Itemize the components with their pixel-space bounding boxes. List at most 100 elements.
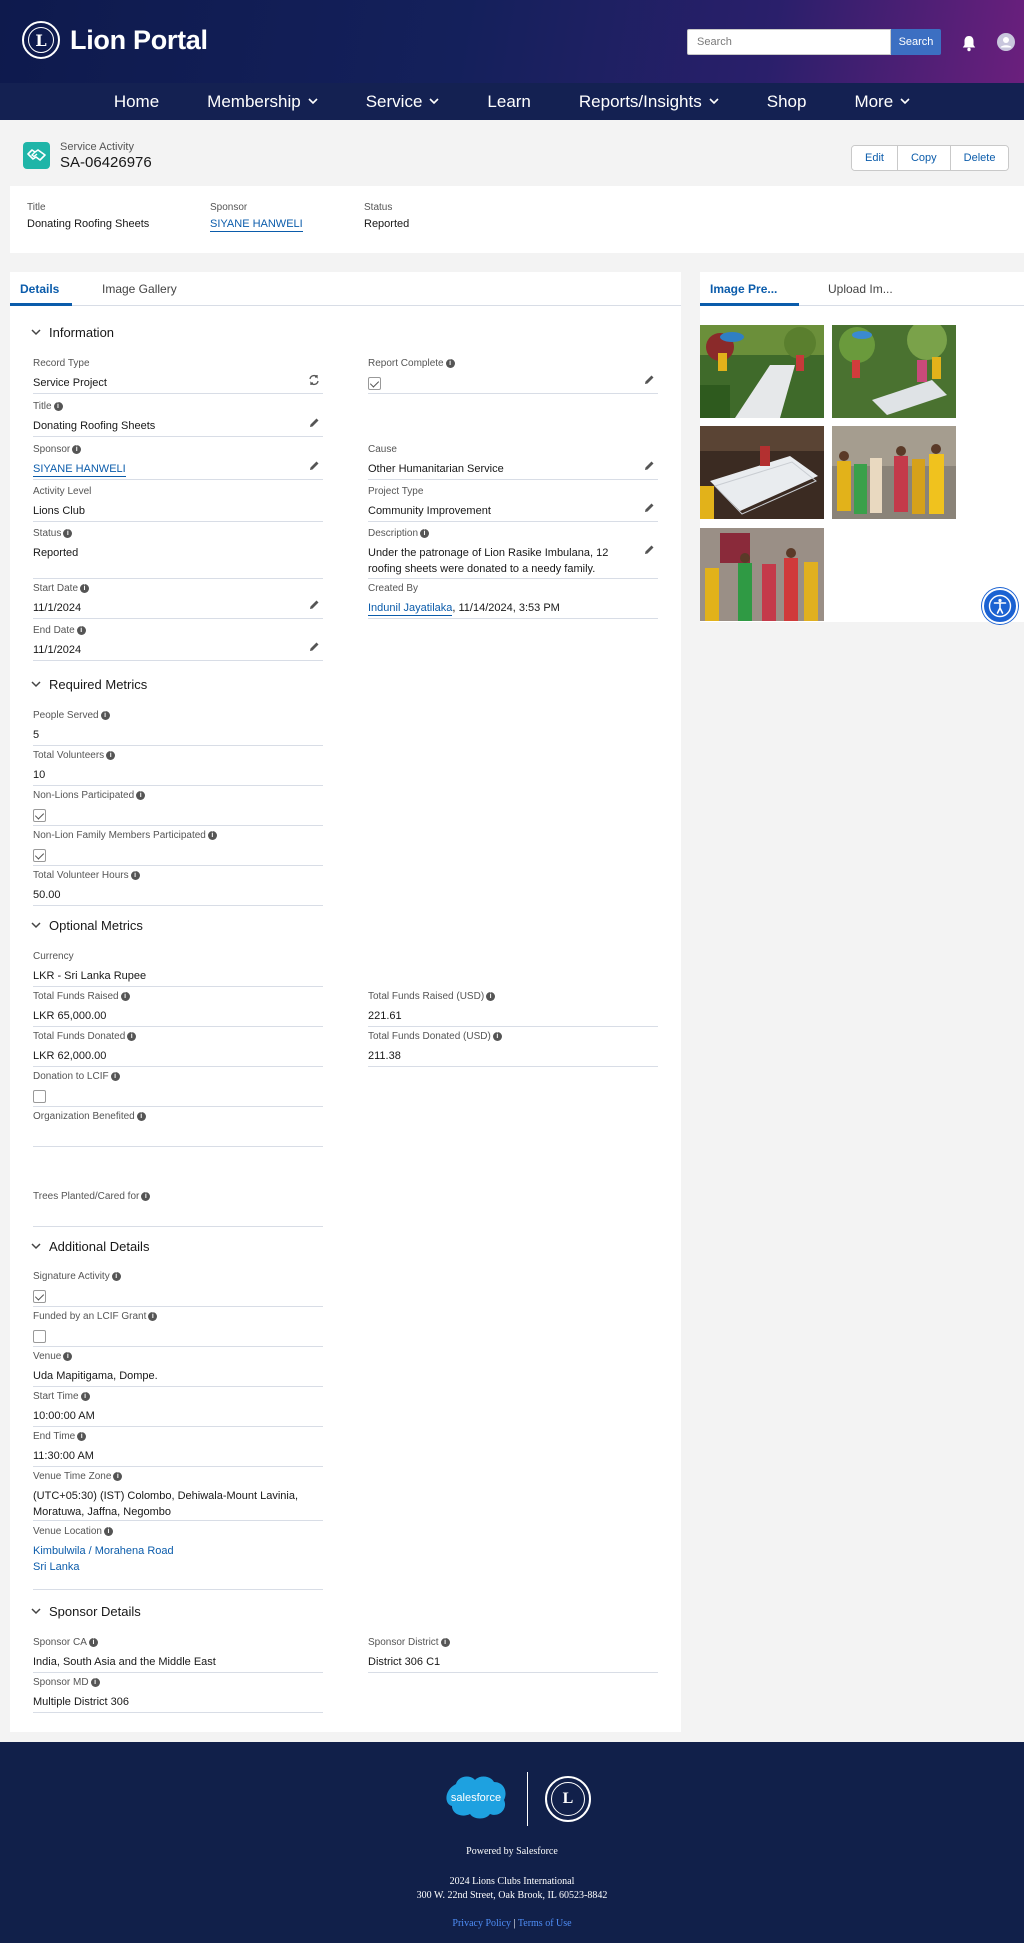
info-icon[interactable]: i [136, 1112, 146, 1121]
tab-upload-images[interactable]: Upload Im... [828, 282, 893, 296]
accessibility-icon[interactable] [982, 588, 1018, 624]
info-icon[interactable]: i [127, 1032, 137, 1041]
info-icon[interactable]: i [120, 992, 130, 1001]
field-project-type: Project Type Community Improvement [368, 486, 658, 522]
non-lions-checkbox[interactable] [33, 809, 46, 822]
signature-activity-checkbox[interactable] [33, 1290, 46, 1303]
highlight-sponsor-label: Sponsor [210, 202, 248, 213]
field-label: Non-Lions Participated [33, 790, 135, 801]
user-avatar-icon[interactable] [997, 33, 1015, 51]
info-icon[interactable]: i [111, 1272, 121, 1281]
info-icon[interactable]: i [77, 1432, 87, 1441]
gallery-photo[interactable] [700, 528, 824, 621]
info-icon[interactable]: i [53, 402, 63, 411]
pencil-icon[interactable] [308, 641, 320, 653]
info-icon[interactable]: i [113, 1472, 123, 1481]
section-additional-details[interactable]: Additional Details [31, 1239, 149, 1254]
terms-of-use-link[interactable]: Terms of Use [518, 1918, 572, 1929]
bell-icon[interactable] [961, 34, 977, 52]
pencil-icon[interactable] [643, 374, 655, 386]
search-button[interactable]: Search [891, 29, 941, 55]
info-icon[interactable]: i [207, 831, 217, 840]
field-value: Uda Mapitigama, Dompe. [33, 1370, 158, 1382]
info-icon[interactable]: i [492, 1032, 502, 1041]
info-icon[interactable]: i [80, 584, 90, 593]
info-icon[interactable]: i [76, 626, 86, 635]
non-lion-family-checkbox[interactable] [33, 849, 46, 862]
info-icon[interactable]: i [148, 1312, 158, 1321]
nav-more[interactable]: More [830, 92, 934, 112]
donation-lcif-checkbox[interactable] [33, 1090, 46, 1103]
info-icon[interactable]: i [110, 1072, 120, 1081]
pencil-icon[interactable] [643, 544, 655, 556]
created-by-user-link[interactable]: Indunil Jayatilaka [368, 602, 453, 616]
info-icon[interactable]: i [100, 711, 110, 720]
nav-membership[interactable]: Membership [183, 92, 342, 112]
info-icon[interactable]: i [440, 1638, 450, 1647]
info-icon[interactable]: i [486, 992, 496, 1001]
field-record-type: Record Type Service Project [33, 358, 323, 394]
gallery-photo[interactable] [832, 426, 956, 519]
pencil-icon[interactable] [308, 599, 320, 611]
highlight-status: Status Reported [364, 202, 409, 230]
gallery-photo[interactable] [700, 325, 824, 418]
info-icon[interactable]: i [141, 1192, 151, 1201]
nav-service[interactable]: Service [342, 92, 464, 112]
info-icon[interactable]: i [103, 1527, 113, 1536]
copy-button[interactable]: Copy [896, 146, 950, 170]
section-sponsor-details[interactable]: Sponsor Details [31, 1604, 141, 1619]
search-input[interactable] [687, 29, 891, 55]
info-icon[interactable]: i [420, 529, 430, 538]
field-value: Service Project [33, 377, 107, 389]
tab-image-preview[interactable]: Image Pre... [710, 282, 777, 296]
venue-location-link[interactable]: Morahena Road [95, 1545, 174, 1557]
field-label: Cause [368, 444, 397, 455]
tab-details[interactable]: Details [20, 282, 59, 296]
venue-location-link[interactable]: Kimbulwila [33, 1545, 86, 1557]
portal-logo[interactable]: L Lion Portal [22, 21, 208, 59]
delete-button[interactable]: Delete [949, 146, 1009, 170]
info-icon[interactable]: i [80, 1392, 90, 1401]
info-icon[interactable]: i [63, 529, 73, 538]
report-complete-checkbox[interactable] [368, 377, 381, 390]
salesforce-logo-icon[interactable]: salesforce [442, 1772, 510, 1820]
section-optional-metrics[interactable]: Optional Metrics [31, 918, 143, 933]
lions-seal-icon[interactable]: L [545, 1776, 591, 1822]
section-information[interactable]: Information [31, 325, 114, 340]
pencil-icon[interactable] [643, 460, 655, 472]
venue-location-link[interactable]: Sri Lanka [33, 1561, 79, 1573]
nav-learn[interactable]: Learn [463, 92, 554, 112]
top-header: L Lion Portal Search [0, 0, 1024, 83]
chevron-down-icon [709, 98, 719, 105]
info-icon[interactable]: i [90, 1678, 100, 1687]
info-icon[interactable]: i [136, 791, 146, 800]
edit-button[interactable]: Edit [852, 146, 897, 170]
field-signature-activity: Signature Activity i [33, 1271, 323, 1307]
pencil-icon[interactable] [308, 460, 320, 472]
info-icon[interactable]: i [63, 1352, 73, 1361]
field-organization-benefited: Organization Benefited i [33, 1111, 323, 1147]
sponsor-link[interactable]: SIYANE HANWELI [33, 463, 126, 477]
nav-shop[interactable]: Shop [743, 92, 831, 112]
pencil-icon[interactable] [308, 417, 320, 429]
field-label: Created By [368, 583, 419, 594]
gallery-photo[interactable] [832, 325, 956, 418]
info-icon[interactable]: i [445, 359, 455, 368]
field-value: India, South Asia and the Middle East [33, 1656, 216, 1668]
nav-home[interactable]: Home [90, 92, 183, 112]
pencil-icon[interactable] [643, 502, 655, 514]
highlight-sponsor-link[interactable]: SIYANE HANWELI [210, 218, 303, 232]
highlight-title-label: Title [27, 202, 46, 213]
gallery-photo[interactable] [700, 426, 824, 519]
info-icon[interactable]: i [72, 445, 82, 454]
field-value: 50.00 [33, 889, 61, 901]
info-icon[interactable]: i [88, 1638, 98, 1647]
info-icon[interactable]: i [106, 751, 116, 760]
privacy-policy-link[interactable]: Privacy Policy [452, 1918, 511, 1929]
info-icon[interactable]: i [130, 871, 140, 880]
nav-reports-insights[interactable]: Reports/Insights [555, 92, 743, 112]
lcif-grant-checkbox[interactable] [33, 1330, 46, 1343]
section-required-metrics[interactable]: Required Metrics [31, 677, 147, 692]
tab-image-gallery[interactable]: Image Gallery [102, 282, 177, 296]
change-record-type-icon[interactable] [308, 374, 320, 386]
